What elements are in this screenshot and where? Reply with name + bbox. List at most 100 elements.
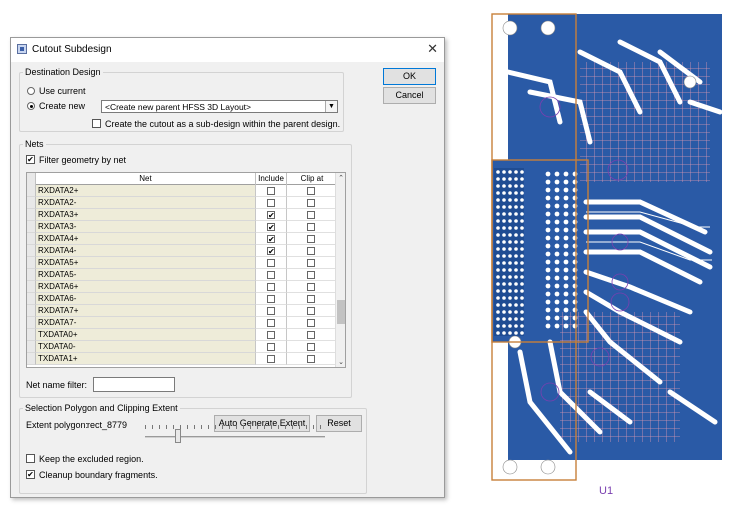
table-row[interactable]: RXDATA4+ ✔ <box>27 233 337 245</box>
via <box>496 205 500 209</box>
row-header[interactable] <box>27 317 36 329</box>
clip-checkbox[interactable] <box>307 271 315 279</box>
clip-checkbox[interactable] <box>307 187 315 195</box>
row-header[interactable] <box>27 233 36 245</box>
clip-checkbox[interactable] <box>307 247 315 255</box>
via <box>508 198 512 202</box>
include-checkbox[interactable] <box>267 331 275 339</box>
row-header[interactable] <box>27 329 36 341</box>
clip-checkbox[interactable] <box>307 319 315 327</box>
row-header[interactable] <box>27 221 36 233</box>
row-header[interactable] <box>27 293 36 305</box>
clip-checkbox[interactable] <box>307 307 315 315</box>
include-checkbox[interactable]: ✔ <box>267 211 275 220</box>
clip-cell <box>287 197 337 209</box>
cleanup-fragments-label: Cleanup boundary fragments. <box>39 470 158 480</box>
create-new-radio[interactable] <box>27 102 35 110</box>
cleanup-slider-ticks <box>145 425 325 429</box>
cleanup-slider-track[interactable] <box>145 436 325 438</box>
include-column-header[interactable]: Include <box>256 173 287 185</box>
table-row[interactable]: RXDATA4- ✔ <box>27 245 337 257</box>
keep-excluded-checkbox[interactable] <box>26 454 35 463</box>
clip-checkbox[interactable] <box>307 343 315 351</box>
include-checkbox[interactable]: ✔ <box>267 223 275 232</box>
clip-checkbox[interactable] <box>307 223 315 231</box>
table-row[interactable]: RXDATA6+ <box>27 281 337 293</box>
extent-polygon-value: rect_8779 <box>87 420 128 430</box>
table-row[interactable]: TXDATA1+ <box>27 353 337 365</box>
clip-checkbox[interactable] <box>307 235 315 243</box>
table-row[interactable]: RXDATA5+ <box>27 257 337 269</box>
clip-checkbox[interactable] <box>307 211 315 219</box>
reset-button[interactable]: Reset <box>316 415 362 432</box>
include-checkbox[interactable] <box>267 307 275 315</box>
row-header[interactable] <box>27 281 36 293</box>
include-checkbox[interactable] <box>267 283 275 291</box>
clip-cell <box>287 185 337 197</box>
include-checkbox[interactable] <box>267 187 275 195</box>
via <box>545 203 551 209</box>
via <box>563 315 569 321</box>
row-header[interactable] <box>27 269 36 281</box>
include-checkbox[interactable] <box>267 355 275 363</box>
via <box>502 275 506 279</box>
include-checkbox[interactable]: ✔ <box>267 235 275 244</box>
use-current-radio[interactable] <box>27 87 35 95</box>
include-checkbox[interactable] <box>267 343 275 351</box>
via <box>520 261 524 265</box>
scroll-up-icon[interactable]: ⌃ <box>336 174 345 182</box>
include-checkbox[interactable]: ✔ <box>267 247 275 256</box>
via <box>545 179 551 185</box>
title-bar[interactable]: Cutout Subdesign ✕ <box>11 38 444 62</box>
row-header[interactable] <box>27 341 36 353</box>
via <box>520 303 524 307</box>
include-checkbox[interactable] <box>267 319 275 327</box>
table-row[interactable]: RXDATA6- <box>27 293 337 305</box>
cancel-button[interactable]: Cancel <box>383 87 436 104</box>
dropdown-arrow-icon[interactable]: ▼ <box>325 101 337 112</box>
table-row[interactable]: RXDATA3+ ✔ <box>27 209 337 221</box>
subdesign-checkbox[interactable] <box>92 119 101 128</box>
row-header[interactable] <box>27 185 36 197</box>
nets-scrollbar[interactable]: ⌃ ⌄ <box>335 173 345 367</box>
table-row[interactable]: RXDATA3- ✔ <box>27 221 337 233</box>
include-checkbox[interactable] <box>267 259 275 267</box>
scrollbar-thumb[interactable] <box>337 300 345 324</box>
clip-checkbox[interactable] <box>307 259 315 267</box>
row-header[interactable] <box>27 353 36 365</box>
table-row[interactable]: TXDATA0+ <box>27 329 337 341</box>
parent-design-dropdown[interactable]: <Create new parent HFSS 3D Layout> ▼ <box>101 100 338 113</box>
row-header[interactable] <box>27 197 36 209</box>
scroll-down-icon[interactable]: ⌄ <box>336 358 345 366</box>
include-checkbox[interactable] <box>267 271 275 279</box>
clip-checkbox[interactable] <box>307 355 315 363</box>
table-row[interactable]: RXDATA7+ <box>27 305 337 317</box>
include-checkbox[interactable] <box>267 295 275 303</box>
clip-column-header[interactable]: Clip at extents <box>287 173 337 194</box>
cleanup-fragments-checkbox[interactable]: ✔ <box>26 470 35 479</box>
net-column-header[interactable]: Net <box>36 173 256 185</box>
close-icon[interactable]: ✕ <box>427 41 438 57</box>
include-checkbox[interactable] <box>267 199 275 207</box>
row-header[interactable] <box>27 245 36 257</box>
row-header[interactable] <box>27 305 36 317</box>
table-row[interactable]: RXDATA2+ <box>27 185 337 197</box>
table-row[interactable]: TXDATA0- <box>27 341 337 353</box>
table-row[interactable]: RXDATA2- <box>27 197 337 209</box>
row-header[interactable] <box>27 209 36 221</box>
auto-generate-extent-button[interactable]: Auto Generate Extent <box>214 415 310 432</box>
clip-checkbox[interactable] <box>307 283 315 291</box>
via <box>508 240 512 244</box>
clip-checkbox[interactable] <box>307 199 315 207</box>
table-row[interactable]: RXDATA7- <box>27 317 337 329</box>
ok-button[interactable]: OK <box>383 68 436 85</box>
pcb-layout-view[interactable] <box>490 12 728 482</box>
via <box>514 275 518 279</box>
clip-checkbox[interactable] <box>307 295 315 303</box>
net-name-filter-input[interactable] <box>93 377 175 392</box>
clip-checkbox[interactable] <box>307 331 315 339</box>
filter-by-net-checkbox[interactable]: ✔ <box>26 155 35 164</box>
table-row[interactable]: RXDATA5- <box>27 269 337 281</box>
cleanup-slider-thumb[interactable] <box>174 429 181 443</box>
row-header[interactable] <box>27 257 36 269</box>
